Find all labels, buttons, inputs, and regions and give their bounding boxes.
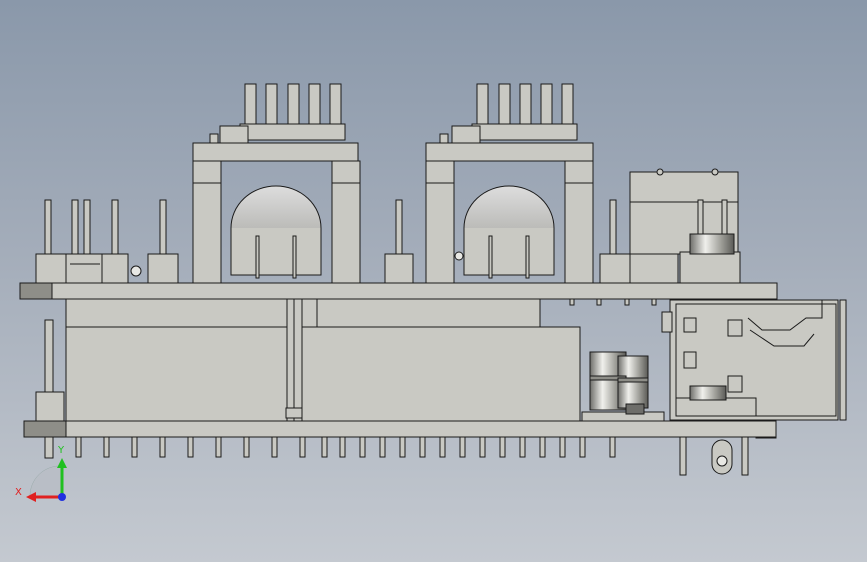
y-axis-label: Y xyxy=(57,445,65,456)
pin xyxy=(321,436,328,458)
pin xyxy=(379,436,386,458)
pin xyxy=(519,436,526,458)
pin-header-left xyxy=(35,199,179,285)
pin xyxy=(439,436,446,458)
pin xyxy=(419,436,426,458)
pin xyxy=(159,436,166,458)
pin xyxy=(187,436,194,458)
spacer-and-modules xyxy=(65,298,581,422)
pin xyxy=(359,436,366,458)
pin-header-middle xyxy=(384,199,414,285)
lower-pcb-pins xyxy=(75,436,616,458)
pin xyxy=(579,436,586,458)
pin xyxy=(499,436,506,458)
pin xyxy=(75,436,82,458)
usb-connector xyxy=(661,299,847,439)
orientation-triad: X Y xyxy=(15,445,67,502)
cad-model-viewport[interactable]: X Y xyxy=(0,0,867,562)
pin xyxy=(299,436,306,458)
heatsink-regulator-1 xyxy=(192,83,361,286)
upper-pcb xyxy=(19,282,778,300)
pin xyxy=(459,436,466,458)
pin xyxy=(271,436,278,458)
pin xyxy=(131,436,138,458)
pin xyxy=(559,436,566,458)
pin xyxy=(479,436,486,458)
connector-legs xyxy=(679,436,749,476)
lower-pcb xyxy=(23,420,777,438)
pin xyxy=(399,436,406,458)
pin xyxy=(215,436,222,458)
pin xyxy=(339,436,346,458)
heatsink-regulator-2 xyxy=(425,83,594,286)
board-assembly-side-view[interactable]: X Y xyxy=(0,0,867,562)
pin xyxy=(609,436,616,458)
pin-header-right xyxy=(599,168,741,285)
pin xyxy=(539,436,546,458)
pin xyxy=(103,436,110,458)
z-axis-dot xyxy=(58,493,66,501)
pin xyxy=(243,436,250,458)
x-axis-label: X xyxy=(15,487,22,498)
electrolytic-capacitors xyxy=(581,351,665,423)
